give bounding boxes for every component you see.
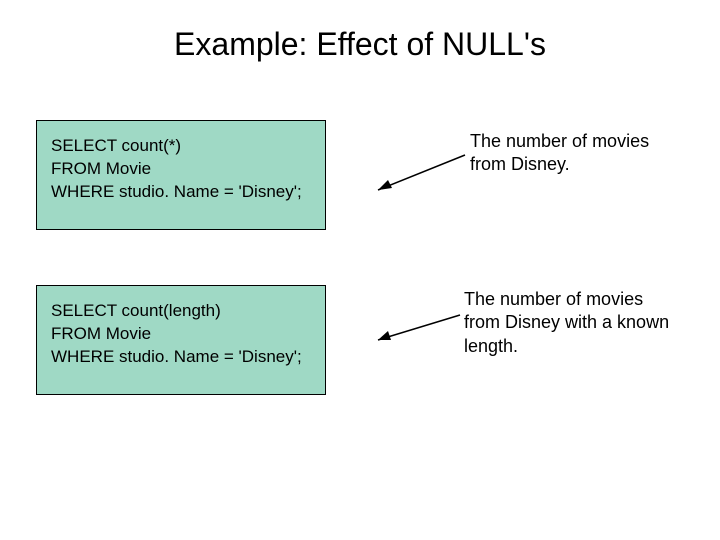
slide: Example: Effect of NULL's SELECT count(*… xyxy=(0,0,720,540)
code-line: FROM Movie xyxy=(51,323,311,346)
caption-count-length: The number of movies from Disney with a … xyxy=(464,288,684,358)
code-line: WHERE studio. Name = 'Disney'; xyxy=(51,181,311,204)
code-line: SELECT count(*) xyxy=(51,135,311,158)
arrow-icon xyxy=(370,310,470,350)
code-line: FROM Movie xyxy=(51,158,311,181)
slide-title: Example: Effect of NULL's xyxy=(0,26,720,63)
sql-box-count-length: SELECT count(length) FROM Movie WHERE st… xyxy=(36,285,326,395)
sql-box-count-star: SELECT count(*) FROM Movie WHERE studio.… xyxy=(36,120,326,230)
code-line: WHERE studio. Name = 'Disney'; xyxy=(51,346,311,369)
code-line: SELECT count(length) xyxy=(51,300,311,323)
arrow-icon xyxy=(370,150,470,200)
caption-count-star: The number of movies from Disney. xyxy=(470,130,680,177)
